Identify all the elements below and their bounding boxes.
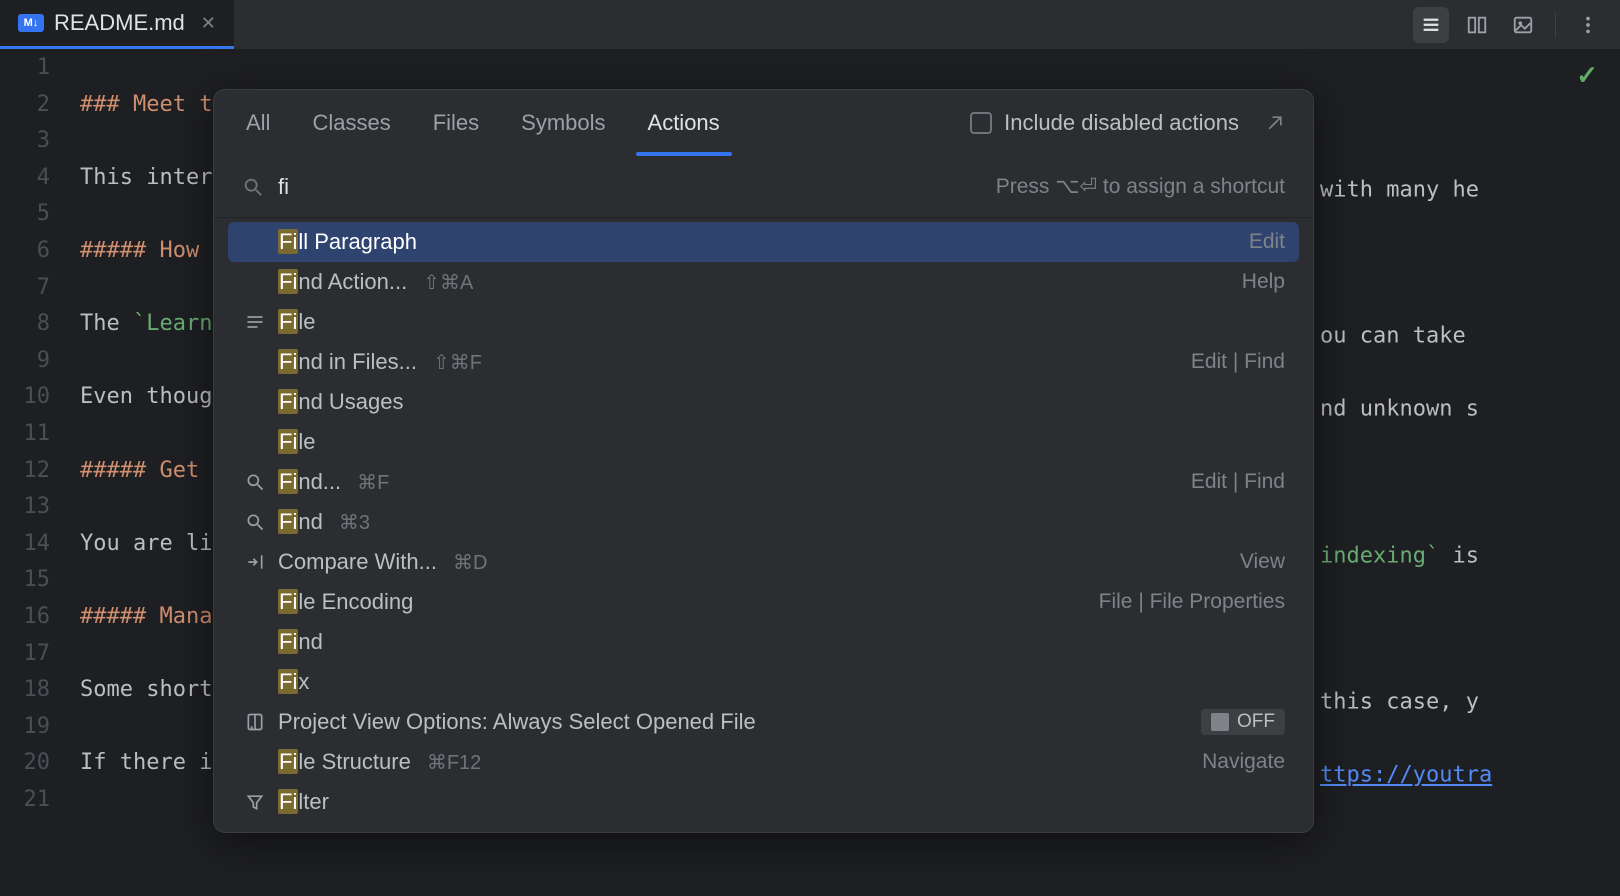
result-name: Find in Files... [278, 349, 417, 375]
popup-tab-all[interactable]: All [242, 92, 274, 154]
include-disabled-label: Include disabled actions [1004, 110, 1239, 136]
results-list: Fill ParagraphEditFind Action...⇧⌘AHelpF… [214, 218, 1313, 832]
result-name: Find Usages [278, 389, 404, 415]
tab-filename: README.md [54, 10, 185, 36]
result-row[interactable]: Project View Options: Always Select Open… [228, 702, 1299, 742]
search-icon [242, 176, 264, 198]
result-name: Project View Options: Always Select Open… [278, 709, 756, 735]
result-row[interactable]: Find... ⌘F Edit | Find [228, 462, 1299, 502]
tab-bar-actions [1413, 7, 1620, 43]
search-everywhere-popup: All Classes Files Symbols Actions Include di… [213, 89, 1314, 833]
result-row[interactable]: File [228, 302, 1299, 342]
result-category: Navigate [1202, 750, 1285, 774]
result-name: File [278, 429, 315, 455]
filter-icon [242, 792, 268, 812]
result-name: Compare With... [278, 549, 437, 575]
result-name: File Encoding [278, 589, 413, 615]
editor-tab-readme[interactable]: M↓ README.md ✕ [0, 0, 234, 49]
result-row[interactable]: Find Usages [228, 382, 1299, 422]
divider [1555, 12, 1556, 38]
more-menu-icon[interactable] [1570, 7, 1606, 43]
project-icon [242, 712, 268, 732]
result-name: File [278, 309, 315, 335]
result-row[interactable]: File Structure ⌘F12 Navigate [228, 742, 1299, 782]
result-shortcut: ⇧⌘A [423, 270, 473, 295]
close-tab-icon[interactable]: ✕ [201, 13, 216, 34]
result-row[interactable]: Fill Paragraph Edit [228, 222, 1299, 262]
result-row[interactable]: Find in Files... ⇧⌘F Edit | Find [228, 342, 1299, 382]
checkbox-icon[interactable] [970, 112, 992, 134]
result-name: Find [278, 509, 323, 535]
result-row[interactable]: Find [228, 622, 1299, 662]
preview-only-icon[interactable] [1505, 7, 1541, 43]
active-tab-underline [636, 152, 732, 156]
markdown-filetype-icon: M↓ [18, 14, 44, 32]
result-name: Find [278, 629, 323, 655]
result-name: Find... [278, 469, 341, 495]
result-category: View [1240, 550, 1285, 574]
popup-tab-row: All Classes Files Symbols Actions Include di… [214, 90, 1313, 156]
popup-search-row: Press ⌥⏎ to assign a shortcut [214, 156, 1313, 218]
editor-only-view-icon[interactable] [1413, 7, 1449, 43]
lines-icon [242, 312, 268, 332]
search-input[interactable] [278, 174, 982, 200]
result-name: Fix [278, 669, 309, 695]
result-row[interactable]: Find ⌘3 [228, 502, 1299, 542]
open-tabs: M↓ README.md ✕ [0, 0, 234, 49]
tab-bar: M↓ README.md ✕ [0, 0, 1620, 50]
toggle-off-badge[interactable]: OFF [1201, 709, 1285, 735]
shortcut-hint: Press ⌥⏎ to assign a shortcut [996, 174, 1285, 199]
editor-preview-split-icon[interactable] [1459, 7, 1495, 43]
result-row[interactable]: File [228, 422, 1299, 462]
result-row[interactable]: Fix [228, 662, 1299, 702]
result-name: Find Action... [278, 269, 407, 295]
result-shortcut: ⌘3 [339, 510, 370, 535]
result-row[interactable]: Find Action... ⇧⌘A Help [228, 262, 1299, 302]
popup-tab-actions[interactable]: Actions [644, 92, 724, 154]
result-shortcut: ⌘F12 [427, 750, 481, 775]
result-category: Help [1242, 270, 1285, 294]
result-category: Edit [1249, 230, 1285, 254]
result-name: Filter [278, 789, 329, 815]
result-category: File | File Properties [1099, 590, 1285, 614]
result-row[interactable]: File Encoding File | File Properties [228, 582, 1299, 622]
result-name: Fill Paragraph [278, 229, 417, 255]
popup-tab-symbols[interactable]: Symbols [517, 92, 609, 154]
pin-icon[interactable] [1265, 113, 1285, 133]
result-name: File Structure [278, 749, 411, 775]
compare-icon [242, 552, 268, 572]
result-category: Edit | Find [1191, 350, 1285, 374]
popup-tab-files[interactable]: Files [429, 92, 483, 154]
search-icon [242, 472, 268, 492]
result-row[interactable]: Compare With... ⌘D View [228, 542, 1299, 582]
result-shortcut: ⌘D [453, 550, 487, 575]
include-disabled-checkbox[interactable]: Include disabled actions [970, 110, 1285, 136]
line-number-gutter: 123456789101112131415161718192021 [0, 50, 80, 896]
result-shortcut: ⌘F [357, 470, 389, 495]
result-category: Edit | Find [1191, 470, 1285, 494]
result-shortcut: ⇧⌘F [433, 350, 482, 375]
search-icon [242, 512, 268, 532]
popup-tab-classes[interactable]: Classes [308, 92, 394, 154]
result-row[interactable]: Filter [228, 782, 1299, 822]
